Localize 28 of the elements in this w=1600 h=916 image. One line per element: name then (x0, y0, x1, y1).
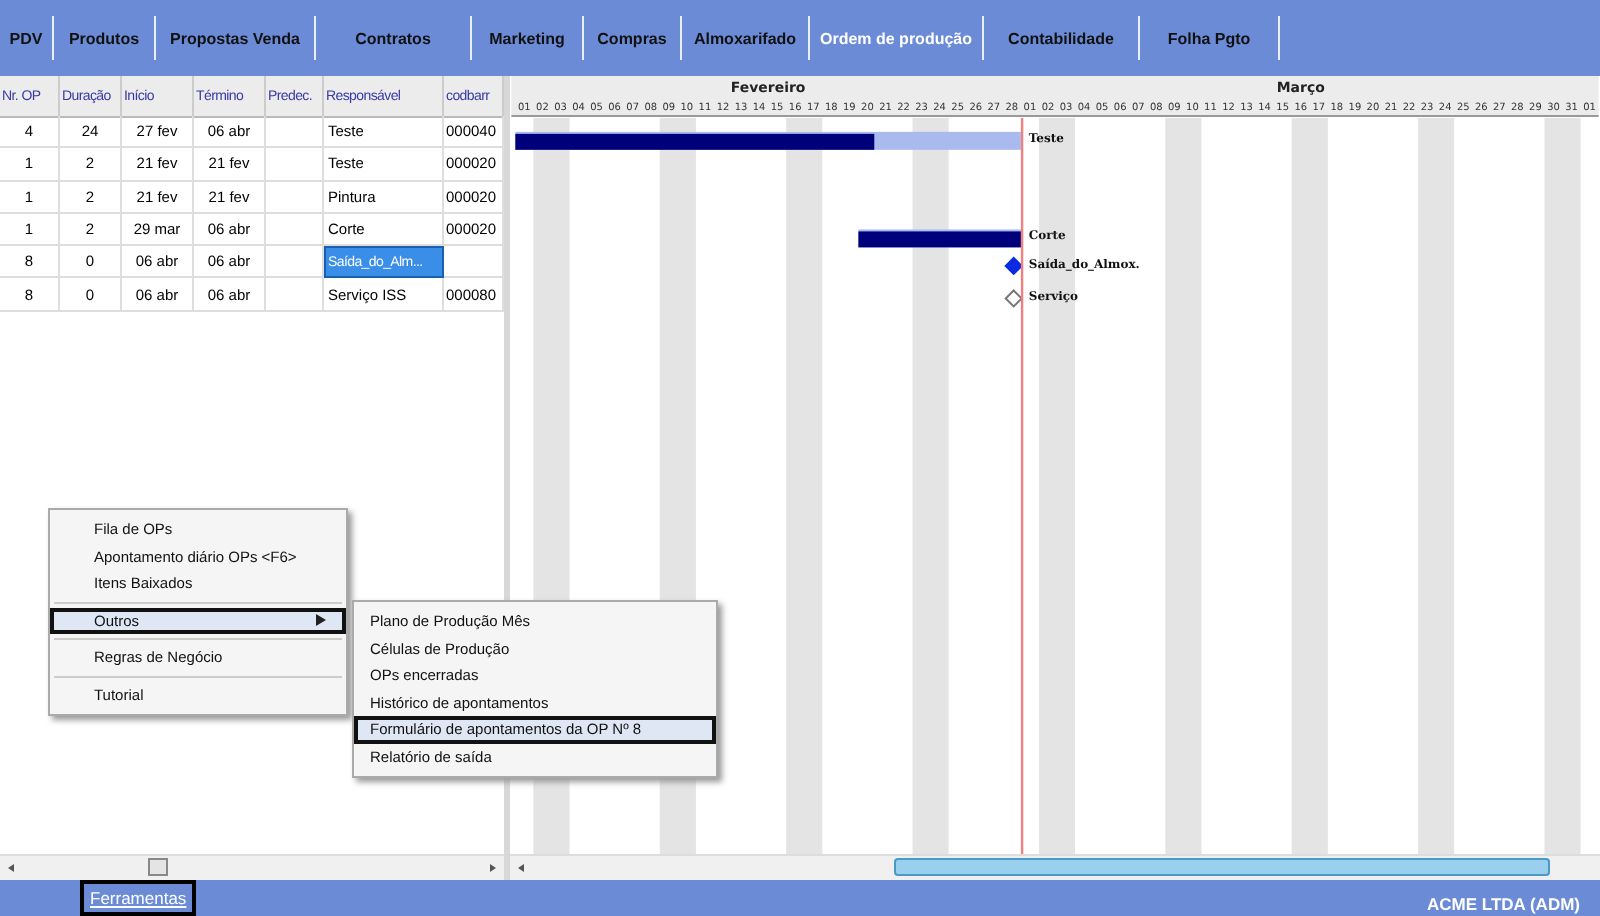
task-bar[interactable] (515, 131, 1021, 150)
scroll-thumb[interactable] (894, 858, 1550, 877)
scroll-left-icon[interactable] (514, 860, 530, 877)
menu-tab[interactable]: PDV (9, 29, 43, 47)
scroll-left-icon[interactable] (4, 860, 20, 876)
table-cell (444, 246, 504, 279)
menu-tab[interactable]: Contabilidade (1008, 29, 1114, 47)
table-cell (266, 278, 324, 312)
milestone-diamond-icon[interactable] (1004, 289, 1024, 308)
milestone-diamond-icon[interactable] (1004, 256, 1024, 276)
submenu-arrow-icon (316, 614, 326, 627)
table-cell (266, 213, 324, 247)
menu-tab[interactable]: Contratos (355, 29, 431, 47)
task-bar[interactable] (858, 229, 1021, 248)
table-cell (266, 116, 324, 149)
company-name: ACME LTDA (ADM) (1427, 894, 1580, 914)
table-cell (266, 181, 324, 214)
menu-tab[interactable]: Compras (597, 29, 667, 47)
horizontal-scrollbar[interactable] (0, 854, 504, 880)
menu-tab[interactable]: Produtos (68, 29, 140, 47)
menu-tab[interactable]: Propostas Venda (170, 29, 300, 47)
menu-tab[interactable]: Almoxarifado (693, 29, 797, 47)
menu-tab[interactable]: Marketing (489, 29, 565, 47)
scroll-right-icon[interactable] (484, 860, 500, 876)
menu-tab[interactable]: Folha Pgto (1167, 29, 1251, 47)
horizontal-scrollbar[interactable] (510, 854, 1600, 880)
table-cell (266, 148, 324, 182)
scroll-thumb[interactable] (148, 858, 168, 876)
